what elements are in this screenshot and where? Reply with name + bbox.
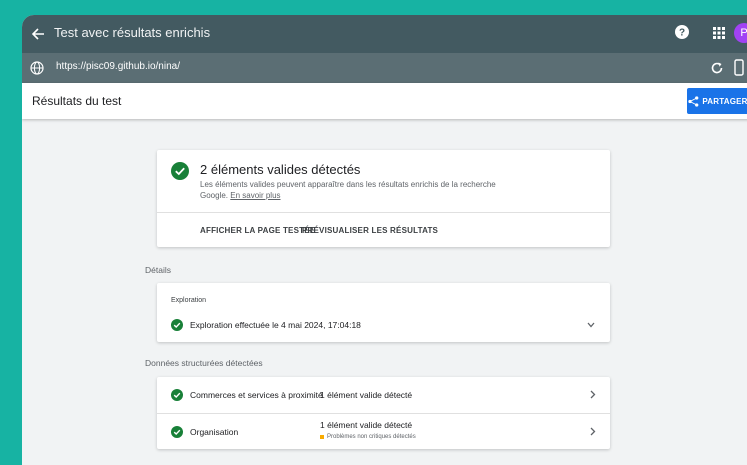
summary-headline: 2 éléments valides détectés [200,162,361,177]
help-icon[interactable]: ? [674,24,690,40]
warning-dot-icon [320,435,324,439]
item-name: Commerces et services à proximité [190,390,323,400]
summary-card: 2 éléments valides détectés Les éléments… [157,150,610,247]
svg-text:?: ? [679,28,685,39]
crawl-status: Exploration effectuée le 4 mai 2024, 17:… [190,320,361,330]
structured-data-card: Commerces et services à proximité 1 élém… [157,377,610,449]
list-item[interactable]: Organisation 1 élément valide détecté Pr… [157,413,610,450]
url-bar: https://pisc09.github.io/nina/ [22,53,747,83]
apps-grid-icon[interactable] [712,26,726,40]
valid-check-icon [171,426,183,438]
preview-results-button[interactable]: PRÉVISUALISER LES RÉSULTATS [302,226,438,235]
chevron-down-icon[interactable] [587,322,595,328]
share-button-label: PARTAGER [702,96,747,106]
back-arrow-icon[interactable] [30,23,48,45]
details-section-label: Détails [145,265,171,275]
item-status: 1 élément valide détecté [320,390,413,400]
crawl-success-icon [171,319,183,331]
results-app-bar: Résultats du test PARTAGER [22,83,747,119]
view-tested-page-button[interactable]: AFFICHER LA PAGE TESTÉE [200,226,315,235]
chevron-right-icon[interactable] [590,427,596,436]
warning-note: Problèmes non critiques détectés [320,434,416,440]
valid-check-icon [171,389,183,401]
share-button[interactable]: PARTAGER [687,88,747,114]
tested-url: https://pisc09.github.io/nina/ [56,61,180,72]
valid-check-icon [171,162,189,180]
page-title: Résultats du test [32,94,122,108]
item-name: Organisation [190,427,239,437]
top-bar: Test avec résultats enrichis ? P [22,15,747,53]
summary-description: Les éléments valides peuvent apparaître … [200,179,500,201]
learn-more-link[interactable]: En savoir plus [230,191,280,200]
globe-icon [30,61,44,75]
summary-divider [157,212,610,213]
crawl-label: Exploration [171,297,207,304]
crawl-card[interactable]: Exploration Exploration effectuée le 4 m… [157,283,610,342]
chevron-right-icon[interactable] [590,390,596,399]
app-window: Test avec résultats enrichis ? P https:/… [22,15,747,465]
warning-text: Problèmes non critiques détectés [327,434,416,440]
window-title: Test avec résultats enrichis [54,25,211,40]
item-status: 1 élément valide détecté [320,420,413,430]
structured-data-section-label: Données structurées détectées [145,358,263,368]
reload-icon[interactable] [710,61,724,75]
share-icon [688,95,699,107]
mobile-device-icon[interactable] [734,59,744,76]
account-avatar[interactable]: P [734,23,747,43]
list-item[interactable]: Commerces et services à proximité 1 élém… [157,377,610,413]
